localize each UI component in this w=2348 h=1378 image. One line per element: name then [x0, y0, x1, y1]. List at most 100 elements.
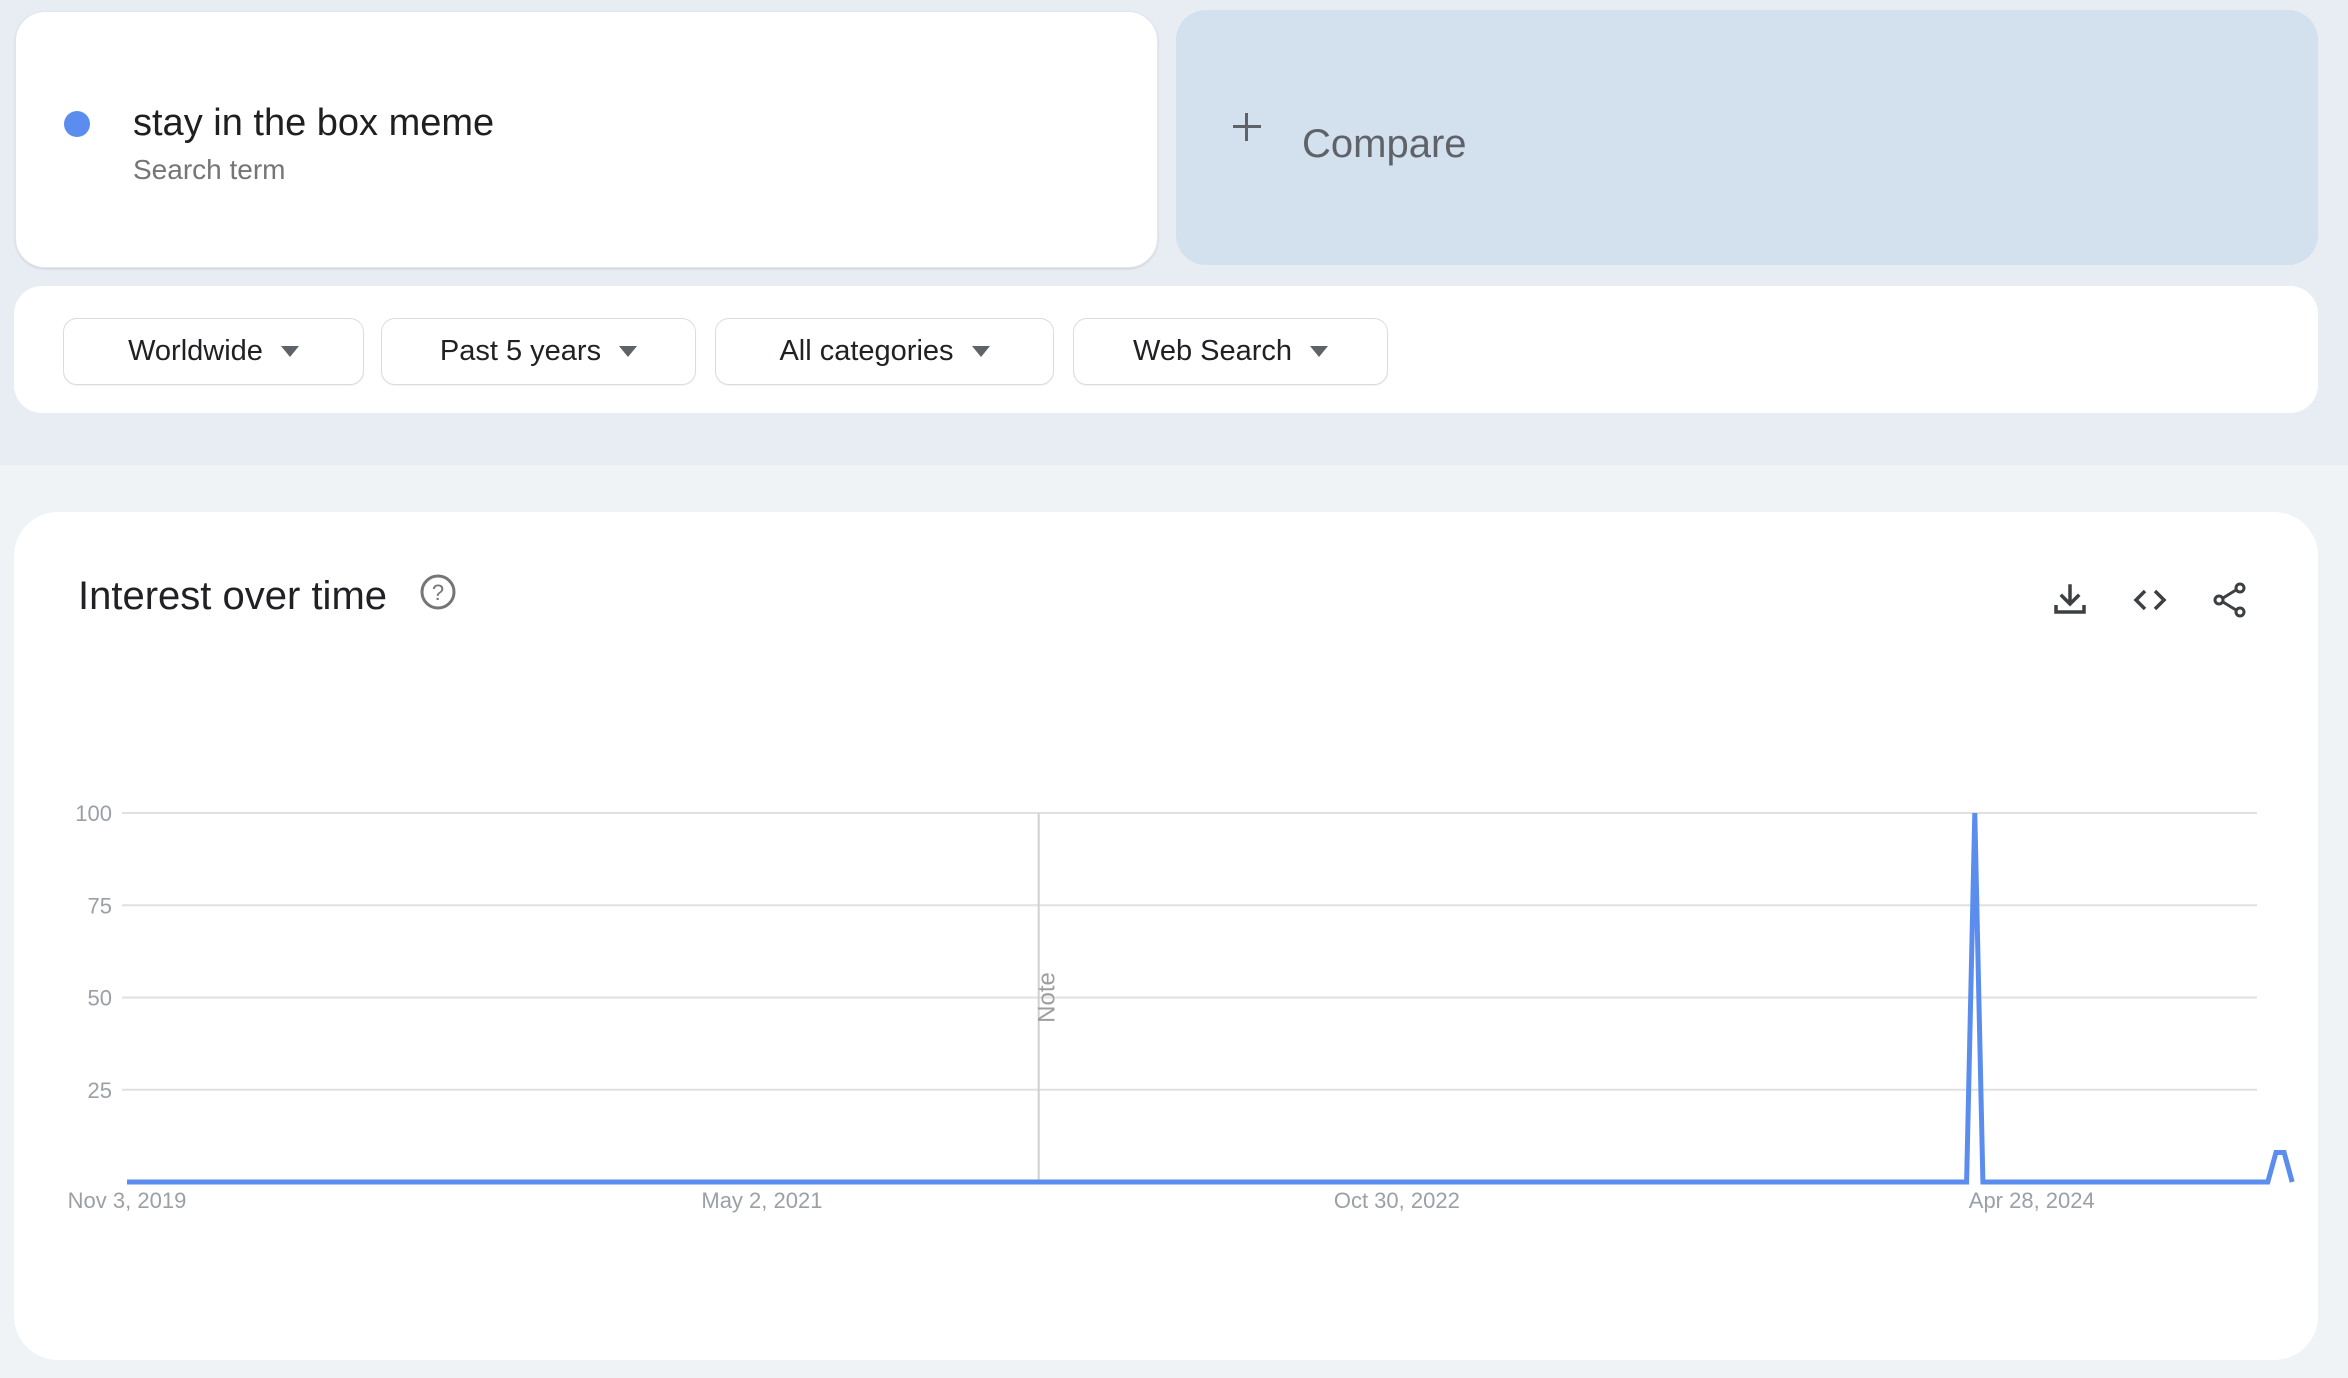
data-point[interactable]	[1890, 1179, 1896, 1185]
data-point[interactable]	[531, 1179, 537, 1185]
data-point[interactable]	[1833, 1179, 1839, 1185]
data-point[interactable]	[1744, 1179, 1750, 1185]
data-point[interactable]	[1549, 1179, 1555, 1185]
data-point[interactable]	[987, 1179, 993, 1185]
data-point[interactable]	[458, 1179, 464, 1185]
data-point[interactable]	[1386, 1179, 1392, 1185]
data-point[interactable]	[604, 1179, 610, 1185]
data-point[interactable]	[1508, 1179, 1514, 1185]
data-point[interactable]	[1166, 1179, 1172, 1185]
data-point[interactable]	[271, 1179, 277, 1185]
data-point[interactable]	[368, 1179, 374, 1185]
data-point[interactable]	[1557, 1179, 1563, 1185]
data-point[interactable]	[726, 1179, 732, 1185]
data-point[interactable]	[1418, 1179, 1424, 1185]
data-point[interactable]	[2257, 1179, 2263, 1185]
data-point[interactable]	[417, 1179, 423, 1185]
data-point[interactable]	[262, 1179, 268, 1185]
data-point[interactable]	[1500, 1179, 1506, 1185]
data-point[interactable]	[1711, 1179, 1717, 1185]
data-point[interactable]	[441, 1179, 447, 1185]
data-point[interactable]	[1353, 1179, 1359, 1185]
data-point[interactable]	[254, 1179, 260, 1185]
data-point[interactable]	[775, 1179, 781, 1185]
data-point[interactable]	[1931, 1179, 1937, 1185]
data-point[interactable]	[1044, 1179, 1050, 1185]
data-point[interactable]	[1980, 1179, 1986, 1185]
data-point[interactable]	[1728, 1179, 1734, 1185]
data-point[interactable]	[1899, 1179, 1905, 1185]
data-point[interactable]	[450, 1179, 456, 1185]
data-point[interactable]	[1605, 1179, 1611, 1185]
data-point[interactable]	[2167, 1179, 2173, 1185]
data-point[interactable]	[555, 1179, 561, 1185]
data-point[interactable]	[710, 1179, 716, 1185]
data-point[interactable]	[1142, 1179, 1148, 1185]
data-point[interactable]	[922, 1179, 928, 1185]
data-point[interactable]	[791, 1179, 797, 1185]
data-point[interactable]	[653, 1179, 659, 1185]
data-point[interactable]	[848, 1179, 854, 1185]
data-point[interactable]	[1239, 1179, 1245, 1185]
data-point[interactable]	[840, 1179, 846, 1185]
data-point[interactable]	[2102, 1179, 2108, 1185]
data-point[interactable]	[311, 1179, 317, 1185]
data-point[interactable]	[1255, 1179, 1261, 1185]
data-point[interactable]	[498, 1179, 504, 1185]
data-point[interactable]	[132, 1179, 138, 1185]
data-point[interactable]	[2265, 1179, 2271, 1185]
data-point[interactable]	[979, 1179, 985, 1185]
data-point[interactable]	[2208, 1179, 2214, 1185]
data-point[interactable]	[1068, 1179, 1074, 1185]
data-point[interactable]	[2069, 1179, 2075, 1185]
data-point[interactable]	[2192, 1179, 2198, 1185]
data-point[interactable]	[1060, 1179, 1066, 1185]
data-point[interactable]	[1329, 1179, 1335, 1185]
data-point[interactable]	[1785, 1179, 1791, 1185]
data-point[interactable]	[678, 1179, 684, 1185]
data-point[interactable]	[1231, 1179, 1237, 1185]
data-point[interactable]	[409, 1179, 415, 1185]
data-point[interactable]	[2012, 1179, 2018, 1185]
data-point[interactable]	[1882, 1179, 1888, 1185]
data-point[interactable]	[1410, 1179, 1416, 1185]
data-point[interactable]	[735, 1179, 741, 1185]
data-point[interactable]	[2281, 1149, 2287, 1155]
data-point[interactable]	[1361, 1179, 1367, 1185]
data-point[interactable]	[1150, 1179, 1156, 1185]
data-point[interactable]	[1752, 1179, 1758, 1185]
data-point[interactable]	[1182, 1179, 1188, 1185]
data-point[interactable]	[2037, 1179, 2043, 1185]
data-point[interactable]	[1703, 1179, 1709, 1185]
data-point[interactable]	[946, 1179, 952, 1185]
data-point[interactable]	[425, 1179, 431, 1185]
data-point[interactable]	[1483, 1179, 1489, 1185]
data-point[interactable]	[1939, 1179, 1945, 1185]
data-point[interactable]	[1467, 1179, 1473, 1185]
data-point[interactable]	[1907, 1179, 1913, 1185]
data-point[interactable]	[2216, 1179, 2222, 1185]
data-point[interactable]	[1247, 1179, 1253, 1185]
data-point[interactable]	[295, 1179, 301, 1185]
data-point[interactable]	[352, 1179, 358, 1185]
data-point[interactable]	[1125, 1179, 1131, 1185]
data-point[interactable]	[474, 1179, 480, 1185]
data-point[interactable]	[230, 1179, 236, 1185]
data-point[interactable]	[1947, 1179, 1953, 1185]
data-point[interactable]	[1687, 1179, 1693, 1185]
data-point[interactable]	[645, 1179, 651, 1185]
data-point[interactable]	[1540, 1179, 1546, 1185]
data-point[interactable]	[1972, 810, 1978, 816]
data-point[interactable]	[1288, 1179, 1294, 1185]
data-point[interactable]	[881, 1179, 887, 1185]
data-point[interactable]	[2029, 1179, 2035, 1185]
data-point[interactable]	[1198, 1179, 1204, 1185]
data-point[interactable]	[303, 1179, 309, 1185]
data-point[interactable]	[1011, 1179, 1017, 1185]
data-point[interactable]	[2086, 1179, 2092, 1185]
data-point[interactable]	[1760, 1179, 1766, 1185]
data-point[interactable]	[1093, 1179, 1099, 1185]
data-point[interactable]	[1768, 1179, 1774, 1185]
data-point[interactable]	[1296, 1179, 1302, 1185]
data-point[interactable]	[580, 1179, 586, 1185]
